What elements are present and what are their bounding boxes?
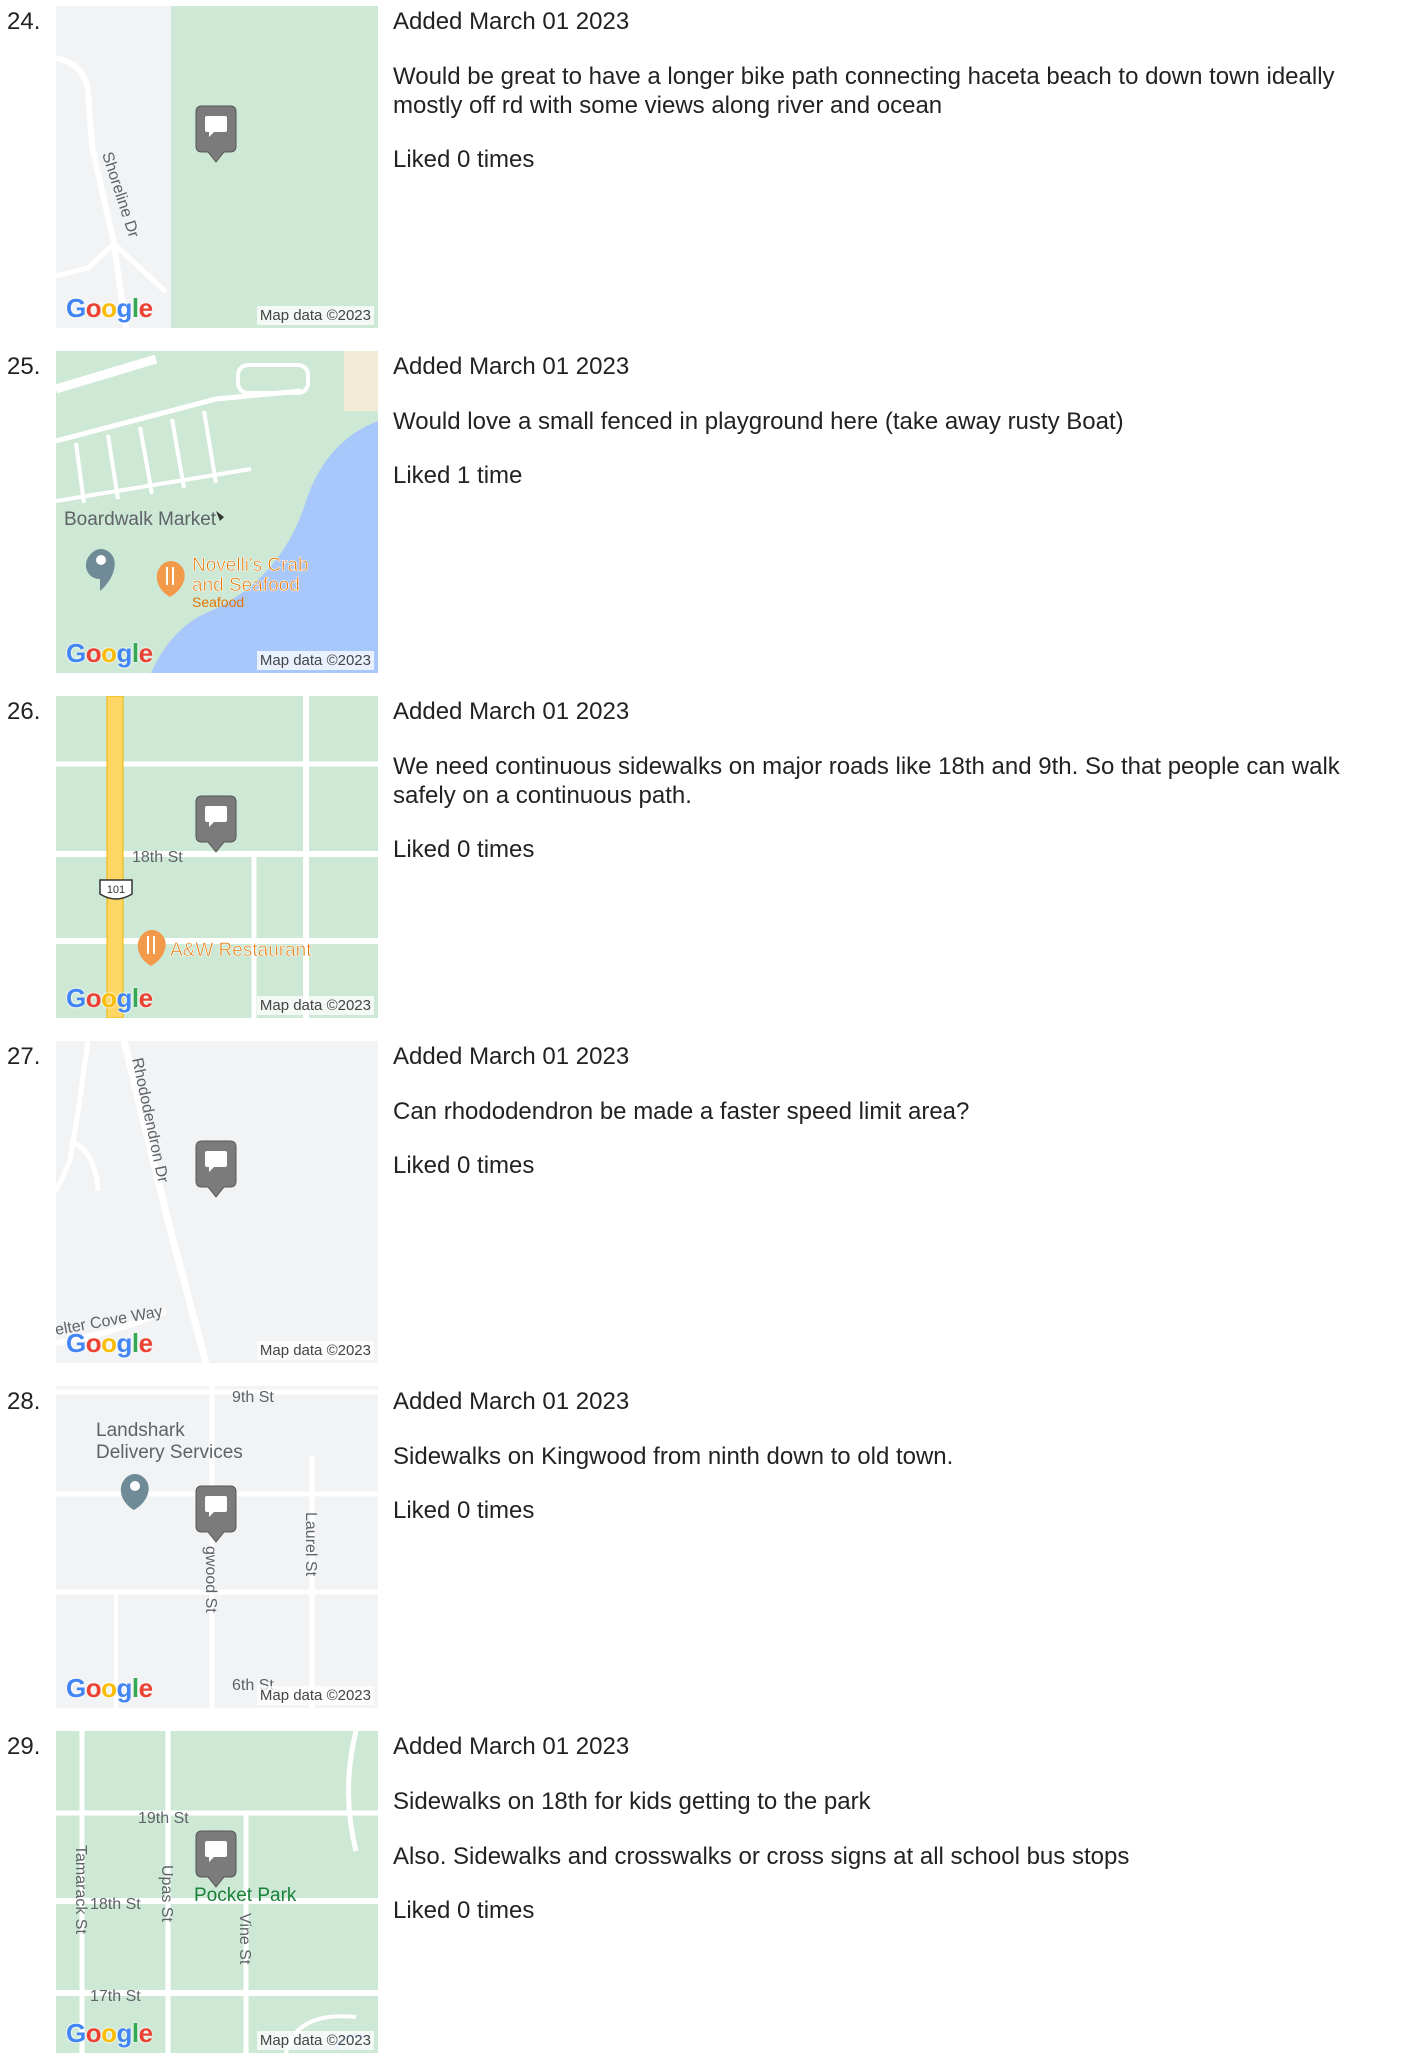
entry-number: 27. (7, 1043, 41, 1070)
google-logo: Google (66, 1328, 153, 1358)
entry-number: 24. (7, 8, 41, 35)
map-thumbnail[interactable]: Shoreline Dr Google Map data ©2023 (56, 6, 378, 328)
like-count: Liked 0 times (393, 836, 535, 863)
map-thumbnail[interactable]: Rhododendron Dr elter Cove Way Google Ma… (56, 1041, 378, 1363)
comment-text: Would be great to have a longer bike pat… (393, 62, 1408, 120)
google-logo: Google (66, 1673, 153, 1703)
added-date: Added March 01 2023 (393, 8, 630, 35)
comment-paragraph: We need continuous sidewalks on major ro… (393, 753, 1340, 809)
entry-content: Added March 01 2023 Would love a small f… (393, 353, 1408, 490)
comment-paragraph: Sidewalks on 18th for kids getting to th… (393, 1788, 871, 1815)
map-image: 18th St 101 A&W Restaurant (56, 696, 378, 1018)
map-attribution: Map data ©2023 (256, 1341, 374, 1360)
map-label: Upas St (158, 1865, 175, 1922)
map-image: Rhododendron Dr elter Cove Way (56, 1041, 378, 1363)
comment-entry: 27. Rhododendron Dr elter Cove Way Googl… (0, 1035, 1418, 1380)
entry-content: Added March 01 2023 We need continuous s… (393, 698, 1408, 864)
entry-content: Added March 01 2023 Can rhododendron be … (393, 1043, 1408, 1180)
entry-number: 26. (7, 698, 41, 725)
map-label: and Seafood (192, 575, 300, 596)
map-label: Seafood (192, 594, 244, 610)
map-attribution: Map data ©2023 (256, 306, 374, 325)
google-logo: Google (66, 638, 153, 668)
comment-text: Would love a small fenced in playground … (393, 407, 1408, 436)
map-label: 9th St (232, 1389, 274, 1406)
added-date: Added March 01 2023 (393, 1733, 630, 1760)
map-attribution: Map data ©2023 (256, 1686, 374, 1705)
comment-entry: 26. 18th St 101 A&W Restaurant Google Ma… (0, 690, 1418, 1035)
map-label: 18th St (132, 849, 183, 866)
comment-text: We need continuous sidewalks on major ro… (393, 752, 1408, 810)
like-count: Liked 0 times (393, 1152, 535, 1179)
map-label: 101 (107, 884, 125, 896)
comment-paragraph: Would love a small fenced in playground … (393, 408, 1124, 435)
map-label: Tamarack St (72, 1845, 89, 1934)
added-date: Added March 01 2023 (393, 1388, 630, 1415)
map-attribution: Map data ©2023 (256, 2031, 374, 2050)
added-date: Added March 01 2023 (393, 698, 630, 725)
map-label: A&W Restaurant (170, 940, 312, 961)
google-logo: Google (66, 2018, 153, 2048)
map-label: Pocket Park (194, 1885, 297, 1906)
entry-number: 25. (7, 353, 41, 380)
entry-number: 28. (7, 1388, 41, 1415)
comment-entry: 25. Boardwalk Market Novelli's Crab and … (0, 345, 1418, 690)
like-count: Liked 0 times (393, 146, 535, 173)
comment-paragraph: Sidewalks on Kingwood from ninth down to… (393, 1443, 954, 1470)
map-thumbnail[interactable]: Boardwalk Market Novelli's Crab and Seaf… (56, 351, 378, 673)
map-label: Landshark (96, 1420, 185, 1441)
comment-text: Sidewalks on 18th for kids getting to th… (393, 1787, 1408, 1871)
map-label: 19th St (138, 1810, 189, 1827)
google-logo: Google (66, 293, 153, 323)
highway-shield-icon: 101 (99, 879, 133, 900)
entry-number: 29. (7, 1733, 41, 1760)
comment-text: Sidewalks on Kingwood from ninth down to… (393, 1442, 1408, 1471)
like-count: Liked 1 time (393, 462, 523, 489)
like-count: Liked 0 times (393, 1897, 535, 1924)
entry-content: Added March 01 2023 Sidewalks on 18th fo… (393, 1733, 1408, 1925)
comment-paragraph: Also. Sidewalks and crosswalks or cross … (393, 1843, 1130, 1870)
map-label: 18th St (90, 1896, 141, 1913)
map-image: Shoreline Dr (56, 6, 378, 328)
map-label: gwood St (202, 1546, 219, 1613)
map-image: Boardwalk Market Novelli's Crab and Seaf… (56, 351, 378, 673)
comment-entry: 28. 9th St Landshark Delivery Services L… (0, 1380, 1418, 1725)
added-date: Added March 01 2023 (393, 353, 630, 380)
map-label: Laurel St (302, 1512, 319, 1577)
entry-content: Added March 01 2023 Sidewalks on Kingwoo… (393, 1388, 1408, 1525)
map-attribution: Map data ©2023 (256, 996, 374, 1015)
map-label: Novelli's Crab (192, 555, 309, 576)
google-logo: Google (66, 983, 153, 1013)
added-date: Added March 01 2023 (393, 1043, 630, 1070)
map-image: 19th St Tamarack St Upas St 18th St Pock… (56, 1731, 378, 2053)
map-label: Boardwalk Market (64, 509, 217, 530)
map-thumbnail[interactable]: 18th St 101 A&W Restaurant Google Map da… (56, 696, 378, 1018)
comment-paragraph: Would be great to have a longer bike pat… (393, 63, 1335, 119)
map-label: Vine St (236, 1913, 253, 1965)
comment-entry: 24. Shoreline Dr Google Map data ©2023 A… (0, 0, 1418, 345)
like-count: Liked 0 times (393, 1497, 535, 1524)
map-label: 17th St (90, 1988, 141, 2005)
comment-paragraph: Can rhododendron be made a faster speed … (393, 1098, 970, 1125)
map-label: Delivery Services (96, 1442, 243, 1463)
map-thumbnail[interactable]: 9th St Landshark Delivery Services Laure… (56, 1386, 378, 1708)
comment-text: Can rhododendron be made a faster speed … (393, 1097, 1408, 1126)
map-image: 9th St Landshark Delivery Services Laure… (56, 1386, 378, 1708)
entry-content: Added March 01 2023 Would be great to ha… (393, 8, 1408, 174)
map-thumbnail[interactable]: 19th St Tamarack St Upas St 18th St Pock… (56, 1731, 378, 2053)
map-attribution: Map data ©2023 (256, 651, 374, 670)
comment-entry: 29. 19th St Tamarack St Upas St 18th St … (0, 1725, 1418, 2070)
comment-list: 24. Shoreline Dr Google Map data ©2023 A… (0, 0, 1418, 2053)
